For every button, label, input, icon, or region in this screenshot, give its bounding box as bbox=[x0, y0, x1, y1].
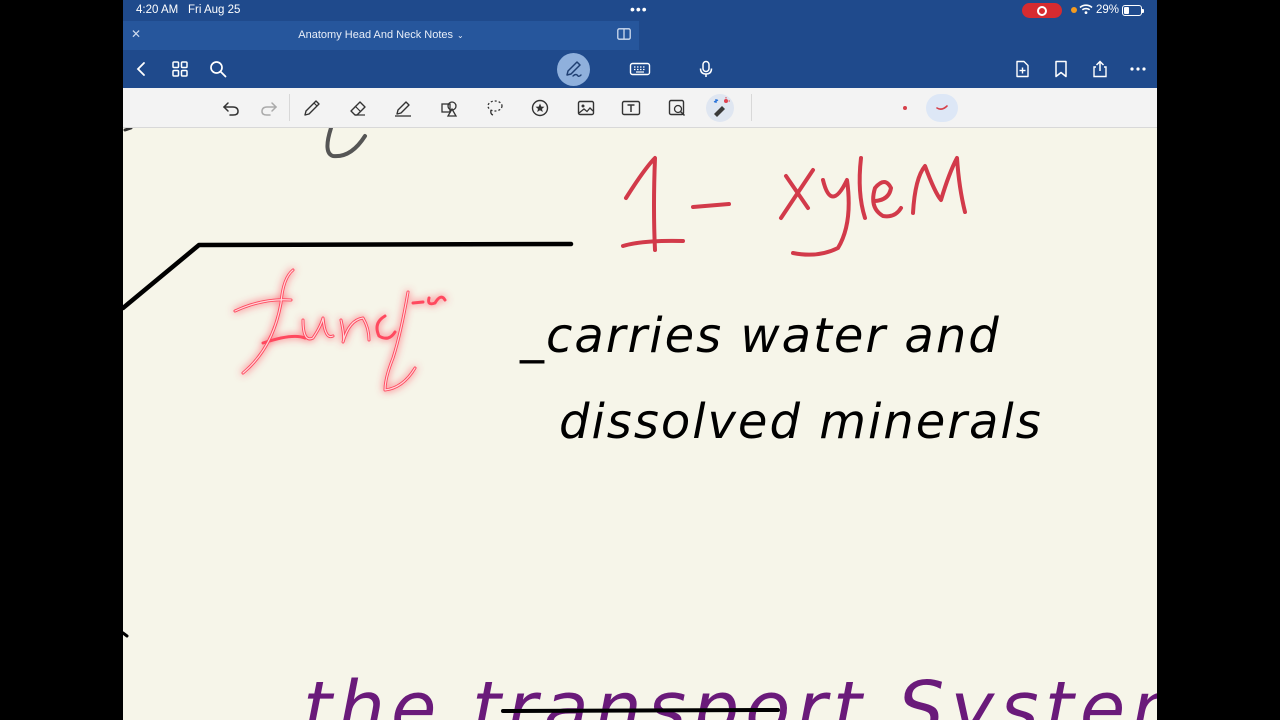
keyboard-icon[interactable] bbox=[629, 60, 651, 78]
drawing-toolbar bbox=[123, 88, 1157, 128]
eraser-icon[interactable] bbox=[348, 98, 368, 118]
bracket-line bbox=[123, 241, 574, 311]
shapes-icon[interactable] bbox=[439, 98, 459, 118]
grid-icon[interactable] bbox=[171, 60, 189, 78]
navigation-bar bbox=[123, 50, 1157, 88]
split-view-icon[interactable] bbox=[617, 28, 631, 40]
note-page[interactable]: _carries water and dissolved minerals th… bbox=[123, 126, 1157, 720]
underline-stroke bbox=[501, 708, 780, 713]
laser-pointer-button[interactable] bbox=[706, 94, 734, 122]
document-tab[interactable]: ✕ Anatomy Head And Neck Notes ⌄ bbox=[123, 21, 639, 50]
microphone-icon[interactable] bbox=[697, 60, 715, 78]
back-icon[interactable] bbox=[133, 60, 151, 78]
status-bar: 4:20 AM Fri Aug 25 ••• 29% bbox=[123, 0, 1157, 21]
redo-icon[interactable] bbox=[259, 98, 279, 118]
document-title: Anatomy Head And Neck Notes bbox=[298, 29, 453, 41]
laser-word-functi-core bbox=[234, 269, 416, 391]
laser-word-functi bbox=[233, 268, 447, 392]
date: Fri Aug 25 bbox=[188, 4, 241, 16]
tab-bar: ✕ Anatomy Head And Neck Notes ⌄ bbox=[123, 21, 1157, 50]
toolbar-divider bbox=[289, 94, 290, 121]
pen-mode-icon bbox=[566, 61, 582, 78]
partial-ink-stroke bbox=[123, 126, 133, 132]
more-icon[interactable] bbox=[1129, 60, 1147, 78]
handwriting-line-2: dissolved minerals bbox=[559, 394, 1043, 450]
mic-in-use-indicator bbox=[1071, 7, 1077, 13]
battery-icon bbox=[1122, 5, 1144, 16]
image-icon[interactable] bbox=[576, 98, 596, 118]
undo-icon[interactable] bbox=[221, 98, 241, 118]
search-icon[interactable] bbox=[209, 60, 227, 78]
zoom-image-icon[interactable] bbox=[667, 98, 687, 118]
handwriting-line-1: _carries water and bbox=[519, 308, 1001, 364]
share-icon[interactable] bbox=[1091, 60, 1109, 78]
highlighter-icon[interactable] bbox=[393, 98, 413, 118]
handwriting-canvas[interactable]: _carries water and dissolved minerals th… bbox=[123, 126, 1157, 720]
laser-style-button[interactable] bbox=[926, 94, 958, 122]
laser-color-swatch[interactable] bbox=[903, 106, 907, 110]
wifi-icon bbox=[1079, 4, 1093, 15]
ipad-screen: 4:20 AM Fri Aug 25 ••• 29% ✕ Anatomy Hea… bbox=[123, 0, 1157, 720]
text-icon[interactable] bbox=[621, 98, 641, 118]
pen-icon[interactable] bbox=[302, 98, 322, 118]
multitasking-dots-icon[interactable]: ••• bbox=[630, 1, 648, 17]
chevron-down-icon: ⌄ bbox=[457, 31, 464, 40]
heading-xylem bbox=[621, 156, 967, 257]
pen-mode-button[interactable] bbox=[557, 53, 590, 86]
partial-ink-stroke bbox=[123, 631, 129, 638]
battery-percent: 29% bbox=[1096, 4, 1120, 16]
toolbar-divider bbox=[751, 94, 752, 121]
bookmark-icon[interactable] bbox=[1052, 60, 1070, 78]
laser-trail-icon bbox=[936, 105, 948, 110]
partial-ink-stroke bbox=[325, 126, 367, 159]
lasso-icon[interactable] bbox=[485, 98, 505, 118]
clock: 4:20 AM bbox=[136, 4, 179, 16]
laser-pointer-icon bbox=[713, 97, 730, 117]
document-title-menu[interactable]: Anatomy Head And Neck Notes ⌄ bbox=[123, 29, 639, 41]
add-page-icon[interactable] bbox=[1013, 60, 1031, 78]
screen-recording-icon[interactable] bbox=[1022, 3, 1062, 18]
sticker-icon[interactable] bbox=[530, 98, 550, 118]
